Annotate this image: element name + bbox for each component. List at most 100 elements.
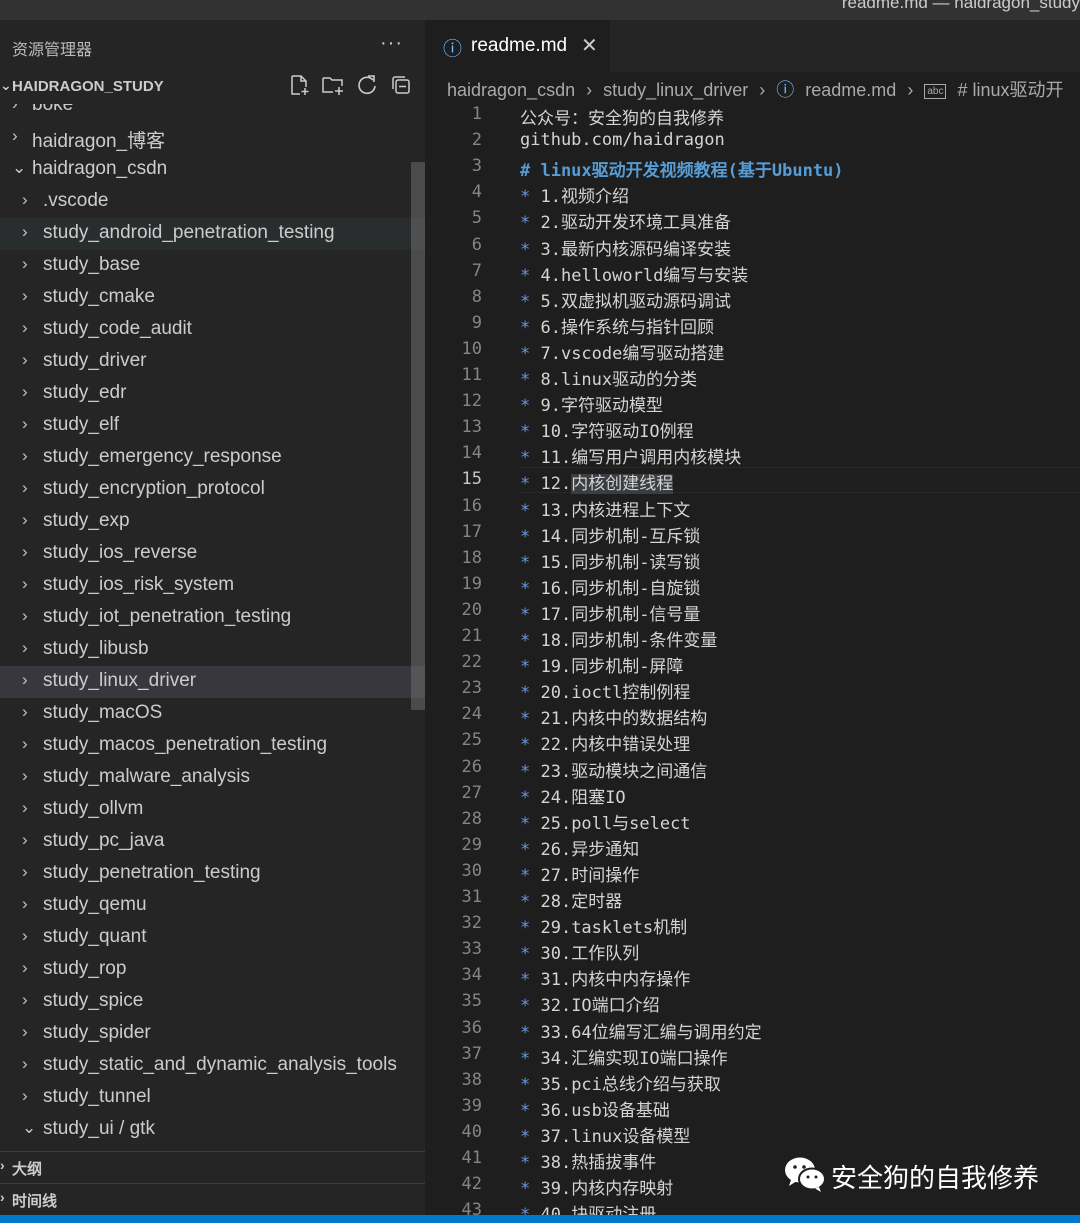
line-number: 10 — [461, 338, 482, 359]
tree-item[interactable]: › study_static_and_dynamic_analysis_tools — [0, 1050, 425, 1082]
tree-item[interactable]: › study_driver — [0, 346, 425, 378]
line-number: 3 — [471, 156, 482, 177]
code-line[interactable]: 35 * 32.IO端口介绍 — [425, 989, 1080, 1016]
breadcrumb-item[interactable]: # linux驱动开 — [957, 80, 1063, 100]
code-line[interactable]: 19 * 16.同步机制-自旋锁 — [425, 572, 1080, 599]
code-line[interactable]: 10 * 7.vscode编写驱动搭建 — [425, 337, 1080, 364]
tree-item[interactable]: › study_ios_reverse — [0, 538, 425, 570]
breadcrumb-item[interactable]: readme.md — [805, 80, 896, 100]
list-item-text: 15.同步机制-读写锁 — [530, 552, 701, 573]
tree-item[interactable]: › study_spider — [0, 1018, 425, 1050]
code-line[interactable]: 22 * 19.同步机制-屏障 — [425, 650, 1080, 677]
code-line[interactable]: 30 * 27.时间操作 — [425, 859, 1080, 886]
tree-item[interactable]: › study_malware_analysis — [0, 762, 425, 794]
tree-item[interactable]: › study_iot_penetration_testing — [0, 602, 425, 634]
collapse-all-icon[interactable] — [388, 74, 414, 100]
code-line[interactable]: 39 * 36.usb设备基础 — [425, 1094, 1080, 1121]
code-view[interactable]: 1 公众号：安全狗的自我修养 2 github.com/haidragon 3 # lin… — [425, 102, 1080, 1215]
code-line[interactable]: 5 * 2.驱动开发环境工具准备 — [425, 206, 1080, 233]
code-line[interactable]: 40 * 37.linux设备模型 — [425, 1120, 1080, 1147]
watermark-text: 安全狗的自我修养 — [831, 1163, 1040, 1193]
list-bullet: * — [520, 761, 531, 782]
tree-item[interactable]: › study_code_audit — [0, 314, 425, 346]
code-line[interactable]: 43 * 40.块驱动注册 — [425, 1198, 1080, 1215]
code-line[interactable]: 20 * 17.同步机制-信号量 — [425, 598, 1080, 625]
tree-item[interactable]: › study_android_penetration_testing — [0, 218, 425, 250]
code-line[interactable]: 11 * 8.linux驱动的分类 — [425, 363, 1080, 390]
refresh-icon[interactable] — [354, 74, 380, 100]
code-line[interactable]: 2 github.com/haidragon — [425, 128, 1080, 154]
code-line[interactable]: 23 * 20.ioctl控制例程 — [425, 676, 1080, 703]
code-line[interactable]: 37 * 34.汇编实现IO端口操作 — [425, 1042, 1080, 1069]
code-line[interactable]: 26 * 23.驱动模块之间通信 — [425, 755, 1080, 782]
project-section-header[interactable]: ⌄ HAIDRAGON_STUDY — [0, 72, 425, 102]
line-number: 18 — [461, 547, 482, 568]
list-item-text: 11.编写用户调用内核模块 — [530, 448, 742, 469]
tree-item[interactable]: › study_quant — [0, 922, 425, 954]
tree-item[interactable]: › boke — [0, 104, 425, 122]
code-line[interactable]: 17 * 14.同步机制-互斥锁 — [425, 520, 1080, 547]
code-line[interactable]: 15 * 12.内核创建线程 — [425, 467, 1080, 495]
code-line[interactable]: 9 * 6.操作系统与指针回顾 — [425, 311, 1080, 338]
timeline-section-header[interactable]: › 时间线 — [0, 1183, 425, 1213]
code-line[interactable]: 32 * 29.tasklets机制 — [425, 911, 1080, 938]
tree-item[interactable]: › .vscode — [0, 186, 425, 218]
code-line[interactable]: 28 * 25.poll与select — [425, 807, 1080, 834]
code-line[interactable]: 7 * 4.helloworld编写与安装 — [425, 259, 1080, 286]
tree-item[interactable]: › study_qemu — [0, 890, 425, 922]
tree-item[interactable]: › study_exp — [0, 506, 425, 538]
code-line[interactable]: 31 * 28.定时器 — [425, 885, 1080, 912]
tree-item[interactable]: › study_encryption_protocol — [0, 474, 425, 506]
tree-item[interactable]: › study_pc_java — [0, 826, 425, 858]
code-line[interactable]: 21 * 18.同步机制-条件变量 — [425, 624, 1080, 651]
tree-item[interactable]: ⌄ haidragon_csdn — [0, 154, 425, 186]
code-line[interactable]: 29 * 26.异步通知 — [425, 833, 1080, 860]
outline-section-header[interactable]: › 大纲 — [0, 1151, 425, 1181]
sidebar-scrollbar[interactable] — [411, 162, 425, 710]
tree-item[interactable]: › study_libusb — [0, 634, 425, 666]
more-actions-icon[interactable]: ··· — [380, 32, 403, 55]
code-line[interactable]: 34 * 31.内核中内存操作 — [425, 963, 1080, 990]
tree-item[interactable]: › study_emergency_response — [0, 442, 425, 474]
tree-item[interactable]: › study_penetration_testing — [0, 858, 425, 890]
tree-item[interactable]: › study_spice — [0, 986, 425, 1018]
code-line[interactable]: 18 * 15.同步机制-读写锁 — [425, 546, 1080, 573]
tree-item[interactable]: › study_macos_penetration_testing — [0, 730, 425, 762]
tree-item[interactable]: › study_linux_driver — [0, 666, 425, 698]
close-icon[interactable]: ✕ — [581, 33, 598, 58]
chevron-right-icon: › — [22, 958, 28, 977]
project-name: HAIDRAGON_STUDY — [12, 78, 164, 95]
tree-item[interactable]: ⌄ study_ui / gtk — [0, 1114, 425, 1146]
tree-item[interactable]: › study_cmake — [0, 282, 425, 314]
breadcrumb-item[interactable]: study_linux_driver — [603, 80, 748, 100]
code-line[interactable]: 33 * 30.工作队列 — [425, 937, 1080, 964]
tree-item[interactable]: › study_ollvm — [0, 794, 425, 826]
code-line[interactable]: 14 * 11.编写用户调用内核模块 — [425, 441, 1080, 469]
tree-item[interactable]: › study_ios_risk_system — [0, 570, 425, 602]
code-line[interactable]: 36 * 33.64位编写汇编与调用约定 — [425, 1016, 1080, 1043]
tree-item[interactable]: › haidragon_博客 — [0, 122, 425, 154]
tab-readme[interactable]: ⓘ readme.md ✕ — [425, 20, 610, 72]
breadcrumb-item[interactable]: haidragon_csdn — [447, 80, 575, 100]
tree-item[interactable]: › study_elf — [0, 410, 425, 442]
code-line[interactable]: 24 * 21.内核中的数据结构 — [425, 702, 1080, 729]
tree-item[interactable]: › study_macOS — [0, 698, 425, 730]
code-line[interactable]: 27 * 24.阻塞IO — [425, 781, 1080, 808]
code-line[interactable]: 8 * 5.双虚拟机驱动源码调试 — [425, 285, 1080, 312]
code-line[interactable]: 13 * 10.字符驱动IO例程 — [425, 415, 1080, 442]
tree-item[interactable]: › study_edr — [0, 378, 425, 410]
code-line[interactable]: 25 * 22.内核中错误处理 — [425, 728, 1080, 755]
code-line[interactable]: 16 * 13.内核进程上下文 — [425, 494, 1080, 521]
tree-item[interactable]: › study_tunnel — [0, 1082, 425, 1114]
new-folder-icon[interactable] — [320, 74, 346, 100]
code-line[interactable]: 1 公众号：安全狗的自我修养 — [425, 102, 1080, 129]
new-file-icon[interactable] — [286, 74, 312, 100]
code-line[interactable]: 12 * 9.字符驱动模型 — [425, 389, 1080, 416]
tree-item[interactable]: › study_base — [0, 250, 425, 282]
code-line[interactable]: 38 * 35.pci总线介绍与获取 — [425, 1068, 1080, 1095]
chevron-right-icon: › — [0, 1157, 5, 1173]
tree-item[interactable]: › study_rop — [0, 954, 425, 986]
code-line[interactable]: 3 # linux驱动开发视频教程(基于Ubuntu) — [425, 154, 1080, 181]
code-line[interactable]: 6 * 3.最新内核源码编译安装 — [425, 233, 1080, 260]
code-line[interactable]: 4 * 1.视频介绍 — [425, 180, 1080, 207]
